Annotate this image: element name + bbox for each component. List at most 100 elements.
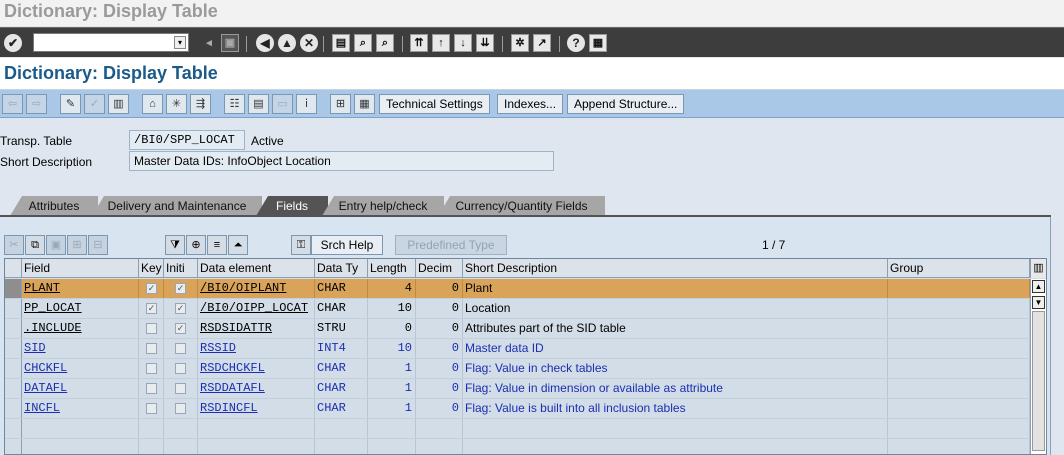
initial-checkbox[interactable] xyxy=(175,363,186,374)
data-element-cell[interactable]: RSDDATAFL xyxy=(198,379,315,398)
data-element-cell[interactable]: /BI0/OIPP_LOCAT xyxy=(198,299,315,318)
first-page-icon[interactable]: ⇈ xyxy=(410,34,428,52)
col-field[interactable]: Field xyxy=(22,259,139,278)
technical-settings-button[interactable]: Technical Settings xyxy=(379,94,490,114)
indexes-button[interactable]: Indexes... xyxy=(497,94,564,114)
empty-table-row[interactable] xyxy=(5,419,1046,439)
table-settings-icon[interactable]: ▥ xyxy=(1030,259,1046,278)
field-name-cell[interactable] xyxy=(22,439,139,454)
initial-checkbox[interactable] xyxy=(175,383,186,394)
tab-delivery-maintenance[interactable]: Delivery and Maintenance xyxy=(92,196,262,216)
tab-attributes[interactable]: Attributes xyxy=(10,196,98,216)
initial-checkbox[interactable]: ✓ xyxy=(175,323,186,334)
table-row[interactable]: .INCLUDE ✓ RSDSIDATTR STRU 0 0 Attributes part… xyxy=(5,319,1046,339)
field-name-cell[interactable]: .INCLUDE xyxy=(22,319,139,338)
back-icon[interactable]: ◀ xyxy=(256,34,274,52)
help-icon[interactable]: ? xyxy=(567,34,585,52)
tab-entry-help-check[interactable]: Entry help/check xyxy=(322,196,444,216)
where-used-icon[interactable]: ⌂ xyxy=(142,94,163,114)
initial-checkbox[interactable] xyxy=(175,343,186,354)
col-decimals[interactable]: Decim xyxy=(416,259,463,278)
history-dropdown-icon[interactable]: ▾ xyxy=(174,36,186,49)
search-help-button[interactable]: Srch Help xyxy=(311,235,383,255)
short-description-field[interactable]: Master Data IDs: InfoObject Location xyxy=(129,151,554,171)
table-row[interactable]: DATAFL RSDDATAFL CHAR 1 0 Flag: Value in dime… xyxy=(5,379,1046,399)
sort-icon[interactable]: ≡ xyxy=(207,235,227,255)
next-object-icon[interactable]: ⇨ xyxy=(26,94,47,114)
transp-table-field[interactable]: /BI0/SPP_LOCAT xyxy=(129,130,245,150)
enter-icon[interactable]: ✔ xyxy=(4,34,22,52)
last-page-icon[interactable]: ⇊ xyxy=(476,34,494,52)
field-name-cell[interactable]: CHCKFL xyxy=(22,359,139,378)
cancel-icon[interactable]: ✕ xyxy=(300,34,318,52)
save-icon[interactable]: ▣ xyxy=(221,34,239,52)
initial-checkbox[interactable] xyxy=(175,403,186,414)
scroll-thumb[interactable] xyxy=(1032,311,1045,451)
command-field[interactable]: ▾ xyxy=(33,33,189,52)
empty-table-row[interactable] xyxy=(5,439,1046,454)
print-icon[interactable]: ▤ xyxy=(332,34,350,52)
data-element-cell[interactable]: RSDCHCKFL xyxy=(198,359,315,378)
data-element-cell[interactable] xyxy=(198,419,315,438)
field-name-cell[interactable]: SID xyxy=(22,339,139,358)
back-arrow-icon[interactable]: ◂ xyxy=(200,34,218,52)
display-change-icon[interactable]: ✎ xyxy=(60,94,81,114)
table-icon[interactable]: ▤ xyxy=(248,94,269,114)
delete-row-icon[interactable]: ⊟ xyxy=(88,235,108,255)
row-selector[interactable] xyxy=(5,279,22,298)
next-page-icon[interactable]: ↓ xyxy=(454,34,472,52)
row-selector[interactable] xyxy=(5,439,22,454)
object-list-icon[interactable]: ✳ xyxy=(166,94,187,114)
previous-object-icon[interactable]: ⇦ xyxy=(2,94,23,114)
tab-currency-quantity[interactable]: Currency/Quantity Fields xyxy=(438,196,605,216)
field-name-cell[interactable] xyxy=(22,419,139,438)
key-checkbox[interactable] xyxy=(146,343,157,354)
initial-checkbox[interactable]: ✓ xyxy=(175,303,186,314)
scroll-down-icon[interactable]: ▼ xyxy=(1032,296,1045,309)
find-next-icon[interactable]: ⌕ xyxy=(376,34,394,52)
initial-checkbox[interactable]: ✓ xyxy=(175,283,186,294)
table-row[interactable]: PLANT ✓ ✓ /BI0/OIPLANT CHAR 4 0 Plant xyxy=(5,279,1046,299)
info-icon[interactable]: ⅰ xyxy=(296,94,317,114)
find-icon[interactable]: ⌕ xyxy=(354,34,372,52)
row-selector[interactable] xyxy=(5,299,22,318)
data-element-cell[interactable] xyxy=(198,439,315,454)
shortcut-icon[interactable]: ↗ xyxy=(533,34,551,52)
key-checkbox[interactable]: ✓ xyxy=(146,283,157,294)
row-selector[interactable] xyxy=(5,379,22,398)
activate-icon[interactable]: ▥ xyxy=(108,94,129,114)
navigation-icon[interactable]: ⇶ xyxy=(190,94,211,114)
table-row[interactable]: INCFL RSDINCFL CHAR 1 0 Flag: Value is built … xyxy=(5,399,1046,419)
data-element-cell[interactable]: RSDINCFL xyxy=(198,399,315,418)
key-checkbox[interactable] xyxy=(146,383,157,394)
grid-icon[interactable]: ▦ xyxy=(354,94,375,114)
col-data-element[interactable]: Data element xyxy=(198,259,315,278)
tab-fields[interactable]: Fields xyxy=(256,196,328,216)
row-selector[interactable] xyxy=(5,419,22,438)
insert-row-icon[interactable]: ⊞ xyxy=(67,235,87,255)
col-initial[interactable]: Initi xyxy=(164,259,198,278)
table-row[interactable]: SID RSSID INT4 10 0 Master data ID xyxy=(5,339,1046,359)
data-element-cell[interactable]: /BI0/OIPLANT xyxy=(198,279,315,298)
field-name-cell[interactable]: DATAFL xyxy=(22,379,139,398)
col-length[interactable]: Length xyxy=(368,259,416,278)
check-icon[interactable]: ✓ xyxy=(84,94,105,114)
paste-icon[interactable]: ▣ xyxy=(46,235,66,255)
cut-icon[interactable]: ✂ xyxy=(4,235,24,255)
new-session-icon[interactable]: ✲ xyxy=(511,34,529,52)
layout-menu-icon[interactable]: ▦ xyxy=(589,34,607,52)
row-selector[interactable] xyxy=(5,319,22,338)
predefined-type-button[interactable]: Predefined Type xyxy=(395,235,507,255)
data-element-cell[interactable]: RSDSIDATTR xyxy=(198,319,315,338)
structure-icon[interactable]: ⊞ xyxy=(330,94,351,114)
append-structure-button[interactable]: Append Structure... xyxy=(567,94,685,114)
col-key[interactable]: Key xyxy=(139,259,164,278)
key-checkbox[interactable] xyxy=(146,323,157,334)
table-row[interactable]: PP_LOCAT ✓ ✓ /BI0/OIPP_LOCAT CHAR 10 0 Location xyxy=(5,299,1046,319)
row-selector[interactable] xyxy=(5,399,22,418)
table-row[interactable]: CHCKFL RSDCHCKFL CHAR 1 0 Flag: Value in chec… xyxy=(5,359,1046,379)
field-name-cell[interactable]: PLANT xyxy=(22,279,139,298)
vertical-scrollbar[interactable]: ▲ ▼ xyxy=(1030,279,1046,454)
previous-page-icon[interactable]: ↑ xyxy=(432,34,450,52)
col-short-description[interactable]: Short Description xyxy=(463,259,888,278)
